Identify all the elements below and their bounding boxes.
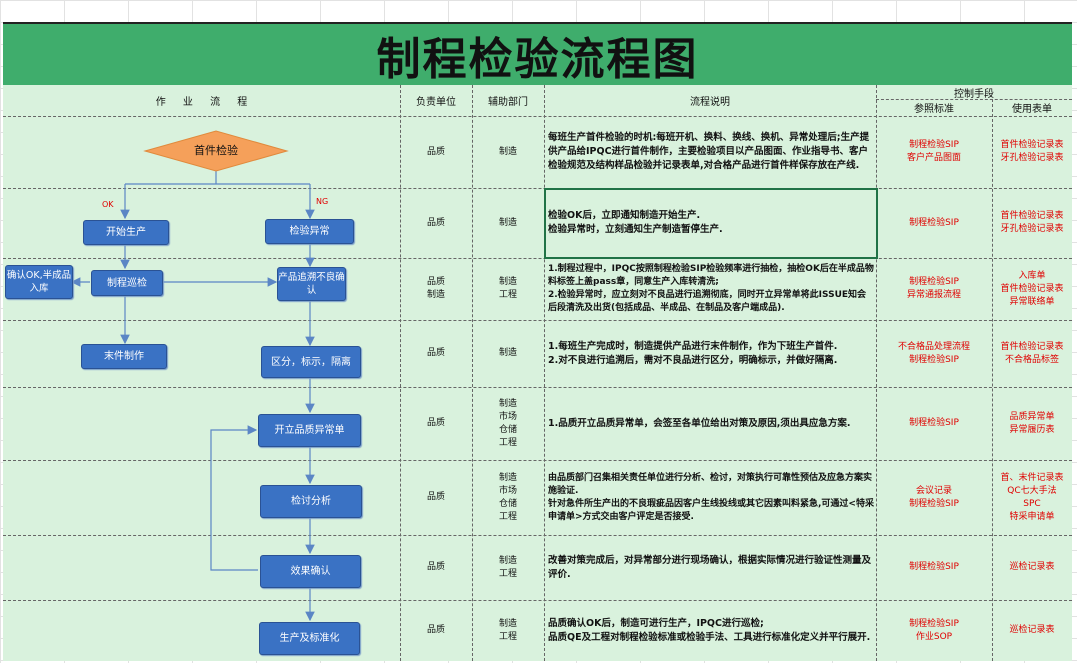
process-patrol-box: 制程巡检 <box>91 270 163 296</box>
open-report-box: 开立品质异常单 <box>258 414 361 447</box>
start-label: 首件检验 <box>194 144 238 157</box>
effect-confirm-box: 效果确认 <box>260 555 361 588</box>
final-making-box: 末件制作 <box>81 344 167 369</box>
ok-label: OK <box>102 200 114 209</box>
flow-connectors <box>70 130 315 622</box>
standardize-box: 生产及标准化 <box>259 622 360 655</box>
confirm-ok-box: 确认OK,半成品入库 <box>5 265 73 299</box>
review-box: 检讨分析 <box>260 485 362 518</box>
begin-production-box: 开始生产 <box>83 220 169 245</box>
connector <box>210 425 258 571</box>
isolate-box: 区分，标示，隔离 <box>261 346 361 378</box>
trace-confirm-box: 产品追溯不良确认 <box>277 267 346 301</box>
inspect-abnormal-box: 检验异常 <box>265 219 354 244</box>
ng-label: NG <box>316 197 329 206</box>
